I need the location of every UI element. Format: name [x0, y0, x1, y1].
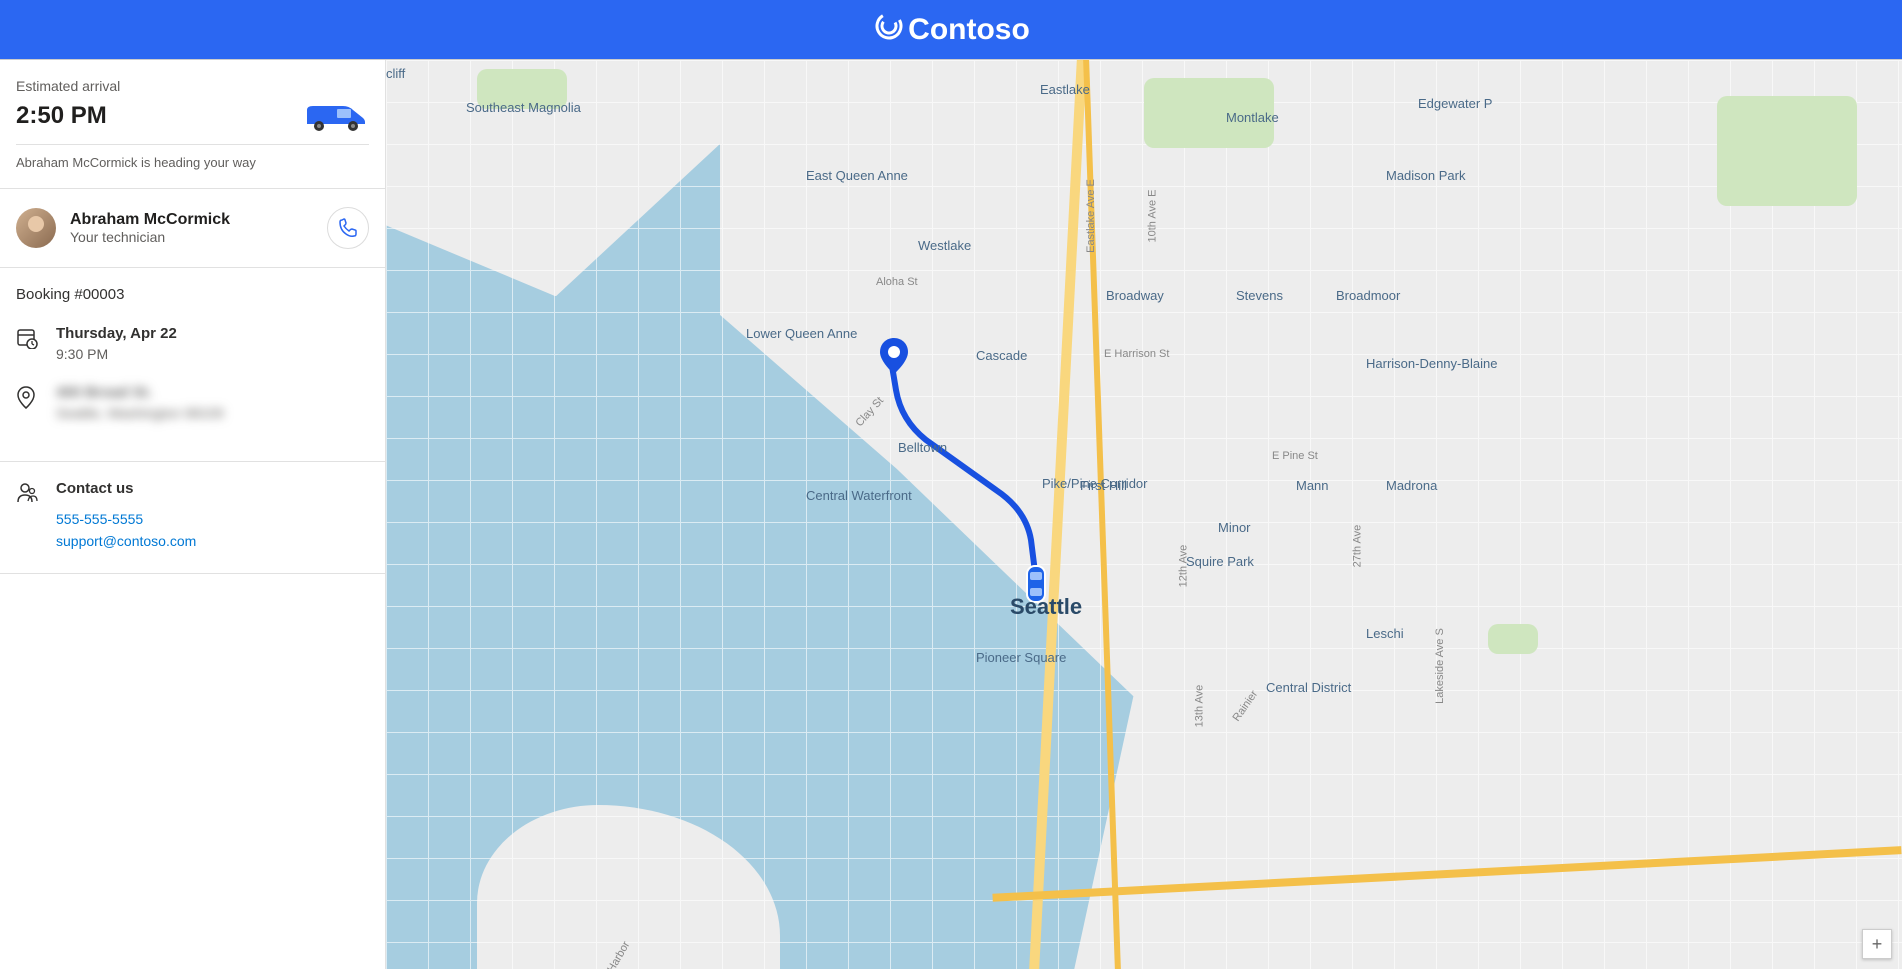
- map-label: Leschi: [1366, 626, 1404, 641]
- booking-section: Booking #00003 Thursday, Apr 22 9:30 PM: [0, 268, 385, 462]
- technician-section: Abraham McCormick Your technician: [0, 189, 385, 268]
- map-label: Madrona: [1386, 478, 1437, 493]
- map-label: Belltown: [898, 440, 947, 455]
- map-street-label: 10th Ave E: [1147, 189, 1159, 242]
- contact-phone-link[interactable]: 555-555-5555: [56, 511, 369, 527]
- map-street-label: E Harrison St: [1104, 348, 1169, 360]
- brand-logo: Contoso: [872, 9, 1030, 51]
- van-icon: [305, 98, 369, 134]
- person-icon: [16, 480, 38, 555]
- contact-email-link[interactable]: support@contoso.com: [56, 533, 369, 549]
- map-label: Stevens: [1236, 288, 1283, 303]
- address-line1: 400 Broad St.: [56, 384, 224, 401]
- address-row: 400 Broad St. Seattle, Washington 98109: [16, 384, 369, 421]
- map-label: Pioneer Square: [976, 650, 1066, 665]
- map-label: Harrison-Denny-Blaine: [1366, 356, 1498, 371]
- logo-icon: [872, 9, 906, 51]
- map-label: Cascade: [976, 348, 1027, 363]
- contact-heading: Contact us: [56, 480, 369, 497]
- technician-name: Abraham McCormick: [70, 211, 230, 229]
- eta-label: Estimated arrival: [16, 78, 369, 94]
- map-label: Edgewater P: [1418, 96, 1492, 111]
- call-button[interactable]: [327, 207, 369, 249]
- phone-icon: [338, 218, 358, 238]
- map-label: Madison Park: [1386, 168, 1465, 183]
- plus-icon: +: [1872, 934, 1883, 955]
- avatar: [16, 208, 56, 248]
- zoom-in-button[interactable]: +: [1862, 929, 1892, 959]
- map-label: First Hill: [1080, 478, 1127, 493]
- map-label: East Queen Anne: [806, 168, 908, 183]
- map-label: Mann: [1296, 478, 1329, 493]
- calendar-icon: [16, 325, 38, 362]
- location-icon: [16, 384, 38, 421]
- destination-pin-icon: [880, 338, 908, 366]
- map-label: Broadmoor: [1336, 288, 1400, 303]
- map-label: Squire Park: [1186, 554, 1254, 569]
- map-street-label: Eastlake Ave E: [1085, 179, 1097, 253]
- eta-time: 2:50 PM: [16, 102, 107, 130]
- map-label: Southeast Magnolia: [466, 100, 581, 115]
- address-line2: Seattle, Washington 98109: [56, 405, 224, 421]
- app-header: Contoso: [0, 0, 1902, 60]
- map-street-label: 12th Ave: [1177, 545, 1189, 588]
- eta-status: Abraham McCormick is heading your way: [16, 155, 369, 170]
- booking-date: Thursday, Apr 22: [56, 325, 177, 342]
- map-label: Westlake: [918, 238, 971, 253]
- map-label: Montlake: [1226, 110, 1279, 125]
- map-street-label: E Pine St: [1272, 450, 1318, 462]
- map-view[interactable]: cliff Southeast Magnolia East Queen Anne…: [386, 60, 1902, 969]
- map-label: Central Waterfront: [806, 488, 912, 503]
- schedule-row: Thursday, Apr 22 9:30 PM: [16, 325, 369, 362]
- booking-id: Booking #00003: [16, 286, 369, 303]
- map-street-label: 13th Ave: [1193, 685, 1205, 728]
- details-sidebar: Estimated arrival 2:50 PM Abraham McCorm…: [0, 60, 386, 969]
- eta-section: Estimated arrival 2:50 PM Abraham McCorm…: [0, 60, 385, 189]
- map-label: cliff: [386, 66, 405, 81]
- map-label: Minor: [1218, 520, 1251, 535]
- map-label: Broadway: [1106, 288, 1164, 303]
- map-label: Lower Queen Anne: [746, 326, 857, 341]
- map-street-label: Aloha St: [876, 276, 918, 288]
- map-street-label: 27th Ave: [1351, 525, 1363, 568]
- map-street-label: Lakeside Ave S: [1434, 628, 1446, 704]
- brand-name: Contoso: [908, 13, 1030, 47]
- booking-time: 9:30 PM: [56, 346, 177, 362]
- technician-role: Your technician: [70, 229, 230, 245]
- map-city-label: Seattle: [1010, 594, 1082, 620]
- contact-section: Contact us 555-555-5555 support@contoso.…: [0, 462, 385, 574]
- map-label: Eastlake: [1040, 82, 1090, 97]
- map-label: Central District: [1266, 680, 1351, 695]
